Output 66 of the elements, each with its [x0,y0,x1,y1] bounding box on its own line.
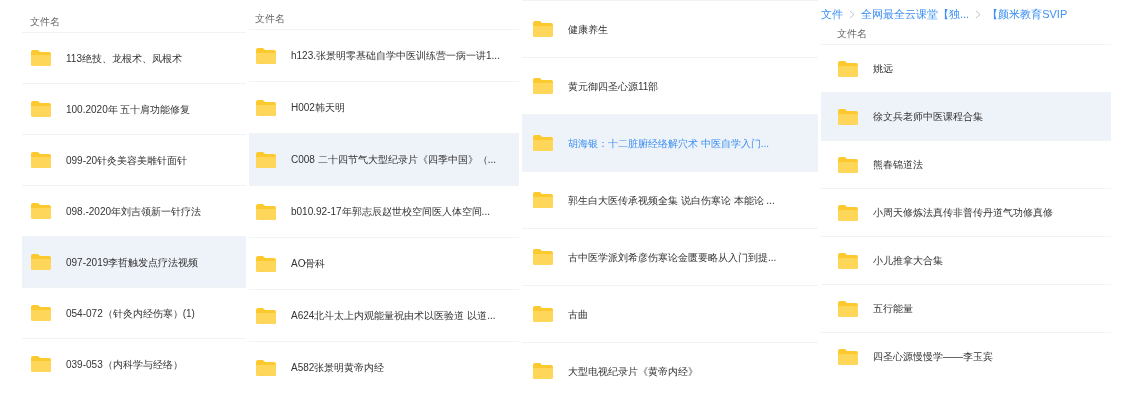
folder-icon [30,100,52,118]
folder-name: 郭生白大医传承视频全集 说白伤寒论 本能论 ... [568,193,775,208]
folder-icon [532,191,554,209]
folder-icon [837,107,859,126]
folder-icon [532,362,554,380]
breadcrumb-link[interactable]: 文件 [821,5,843,23]
folder-name: 小周天修炼法真传非普传丹道气功修真修 [873,206,1053,220]
folder-icon [255,202,277,221]
folder-icon [255,98,277,117]
folder-name: 098.-2020年刘吉领新一针疗法 [66,204,202,219]
folder-name: 大型电视纪录片《黄帝内经》 [568,364,698,379]
folder-icon [837,347,859,366]
folder-name: 健康养生 [568,22,608,37]
folder-icon [30,202,52,220]
column-header: 文件名 [255,11,285,26]
chevron-icon [975,9,982,19]
folder-name: 099-20针灸美容美雕针面针 [66,153,188,168]
breadcrumb-link[interactable]: 全网最全云课堂【独... [861,5,970,23]
folder-icon [30,304,52,322]
folder-name: 小儿推拿大合集 [873,254,943,268]
folder-name: A582张景明黄帝内经 [291,361,385,375]
folder-name: C008 二十四节气大型纪录片《四季中国》（... [291,153,497,167]
folder-name: 113绝技、龙根术、凤根术 [66,51,182,66]
folder-name: 054-072（针灸内经伤寒）(1) [66,306,195,321]
folder-name: 古中医学派刘希彦伤寒论金匮要略从入门到提... [568,250,777,265]
folder-name: 097-2019李哲触发点疗法视频 [66,255,199,270]
folder-icon [837,59,859,78]
chevron-icon [849,9,855,19]
folder-name: b010.92-17年郭志辰赵世校空间医人体空间... [291,205,490,219]
folder-icon [255,358,277,377]
folder-icon [255,254,277,273]
folder-icon [532,20,554,38]
folder-name: 039-053（内科学与经络） [66,357,183,372]
folder-icon [837,299,859,318]
folder-name: A624北斗太上内观能量祝由术以医验道 以道... [291,309,496,323]
folder-name: h123.张景明零基础自学中医训练营一病一讲1... [291,49,500,63]
folder-icon [837,155,859,174]
folder-icon [255,306,277,325]
folder-icon [30,151,52,169]
folder-name: 黄元御四圣心源11部 [568,79,659,94]
folder-name: H002韩天明 [291,101,345,115]
folder-row[interactable]: C008 二十四节气大型纪录片《四季中国》（... [249,133,519,185]
column-header: 文件名 [30,14,60,29]
folder-icon [837,203,859,222]
folder-icon [532,248,554,266]
folder-name: 熊春锦道法 [873,158,923,172]
folder-row[interactable]: 徐文兵老师中医课程合集 [821,92,1111,140]
folder-icon [30,253,52,271]
folder-name: 徐文兵老师中医课程合集 [873,110,983,124]
column-header: 文件名 [837,26,867,41]
folder-icon [532,77,554,95]
folder-name: 古曲 [568,307,588,322]
folder-icon [532,305,554,323]
folder-icon [30,355,52,373]
folder-name: 姚远 [873,62,893,76]
folder-name: 胡海银：十二脏腑经络解穴术 中医自学入门... [568,136,770,151]
folder-name: AO骨科 [291,257,326,271]
folder-icon [837,251,859,270]
folder-name: 五行能量 [873,302,913,316]
folder-row[interactable]: 097-2019李哲触发点疗法视频 [22,236,246,287]
folder-icon [255,46,277,65]
folder-name: 100.2020年 五十肩功能修复 [66,102,191,117]
folder-icon [30,49,52,67]
folder-name: 四圣心源慢慢学——李玉宾 [873,350,993,364]
folder-icon [255,150,277,169]
folder-icon [532,134,554,152]
